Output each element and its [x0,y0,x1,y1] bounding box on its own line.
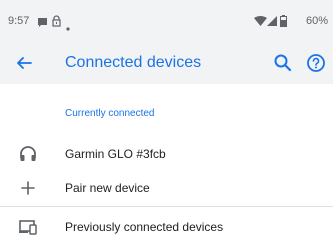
status-bar: 9:57 60% [0,0,333,43]
plus-icon [18,178,38,198]
dot-icon [66,18,70,36]
section-header-currently-connected: Currently connected [65,108,155,119]
headset-icon [18,144,38,164]
connected-devices-screen: 9:57 60% Connected devices Currently con… [0,0,333,244]
wifi-icon [254,14,267,32]
list-item-label: Pair new device [65,181,150,195]
list-item-garmin-glo[interactable]: Garmin GLO #3fcb [0,137,333,171]
status-time: 9:57 [8,15,30,27]
battery-percent: 60% [305,15,328,27]
list-item-previously-connected[interactable]: Previously connected devices [0,206,333,244]
list-item-label: Previously connected devices [65,220,224,234]
signal-icon [267,14,277,32]
message-icon [37,14,48,32]
lock-icon [51,14,62,32]
list-item-label: Garmin GLO #3fcb [65,147,166,161]
search-icon[interactable] [271,51,295,75]
devices-icon [18,217,38,237]
back-arrow-icon[interactable] [12,51,36,75]
app-bar: Connected devices [0,43,333,84]
divider [0,206,333,207]
help-icon[interactable] [304,51,328,75]
battery-icon [280,14,287,32]
page-title: Connected devices [65,54,202,71]
list-item-pair-new-device[interactable]: Pair new device [0,171,333,205]
